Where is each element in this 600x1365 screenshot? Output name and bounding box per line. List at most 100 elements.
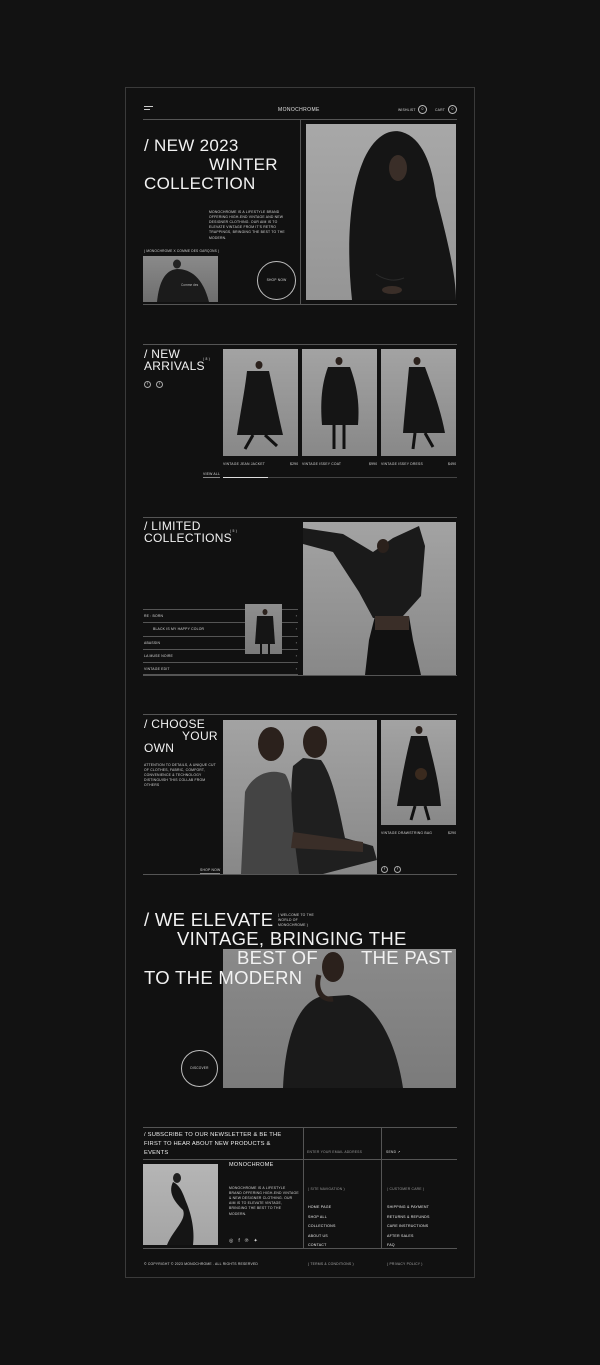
arrivals-prev-button[interactable]: ‹ — [144, 381, 151, 388]
collection-item[interactable]: VINTAGE EDIT › — [143, 662, 298, 675]
elevate-line-3b: THE PAST — [361, 947, 453, 968]
arrow-right-icon: › — [295, 613, 297, 618]
facebook-icon[interactable]: f — [238, 1238, 239, 1244]
arrow-left-icon: ‹ — [146, 381, 149, 387]
choose-description: ATTENTION TO DETAILS, A UNIQUE CUT OF CL… — [144, 763, 216, 788]
cart-link[interactable]: CART — [435, 108, 445, 113]
cart-count-badge: 0 — [448, 105, 457, 114]
divider — [143, 304, 457, 305]
limited-title-line-2: COLLECTIONS — [144, 531, 232, 545]
arrow-right-icon: › — [295, 640, 297, 645]
limited-main-image — [303, 522, 456, 675]
choose-next-button[interactable]: › — [394, 866, 401, 873]
divider — [381, 1127, 382, 1160]
copyright: © COPYRIGHT © 2023 MONOCHROME . ALL RIGH… — [144, 1262, 259, 1266]
svg-text:Comme des: Comme des — [181, 283, 199, 287]
hero-title-line-2: WINTER — [209, 155, 278, 174]
divider — [143, 1248, 457, 1249]
twitter-icon[interactable]: ✦ — [253, 1238, 257, 1244]
arrow-right-icon: › — [295, 626, 297, 631]
divider — [300, 120, 301, 305]
terms-link[interactable]: ( TERMS & CONDITIONS ) — [308, 1262, 354, 1267]
product-image-3[interactable] — [381, 349, 456, 456]
divider — [143, 874, 457, 875]
hero-shop-now-button[interactable]: SHOP NOW — [257, 261, 296, 300]
collection-preview-image — [245, 604, 282, 654]
hero-thumb-caption: ( MONOCHROME X COMME DES GARÇONS ) — [144, 249, 220, 253]
nav-link[interactable]: HOME PAGE — [308, 1205, 336, 1209]
hero-thumbnail-image[interactable]: Comme des — [143, 256, 218, 302]
divider — [143, 675, 457, 676]
elevate-line-4: TO THE MODERN — [144, 967, 303, 988]
product-price: $290 — [448, 831, 457, 835]
discover-button[interactable]: DISCOVER — [181, 1050, 218, 1087]
choose-product-image[interactable] — [381, 720, 456, 825]
nav-link[interactable]: ABOUT US — [308, 1234, 336, 1238]
care-link[interactable]: SHIPPING & PAYMENT — [387, 1205, 430, 1209]
privacy-link[interactable]: ( PRIVACY POLICY ) — [387, 1262, 423, 1267]
divider — [143, 517, 457, 518]
new-arrivals-title-line-2: ARRIVALS — [144, 359, 205, 373]
product-price: $290 — [290, 462, 299, 466]
social-icons: ◎ f ℗ ✦ — [229, 1238, 258, 1244]
hero-title-line-3: COLLECTION — [144, 174, 256, 193]
choose-main-image — [223, 720, 377, 874]
nav-link[interactable]: SHOP ALL — [308, 1215, 336, 1219]
hero-main-image — [306, 124, 456, 300]
menu-icon[interactable] — [144, 106, 153, 111]
arrow-right-icon: › — [295, 666, 297, 671]
divider — [303, 1127, 304, 1160]
product-image-1[interactable] — [223, 349, 298, 456]
product-name[interactable]: VINTAGE JEAN JACKET — [223, 462, 265, 467]
elevate-note: ( WELCOME TO THE WORLD OF MONOCHROME ) — [278, 913, 314, 928]
divider — [143, 344, 457, 345]
choose-prev-button[interactable]: ‹ — [381, 866, 388, 873]
site-navigation: HOME PAGE SHOP ALL COLLECTIONS ABOUT US … — [308, 1205, 336, 1253]
choose-title-line-3: OWN — [144, 741, 175, 755]
wishlist-link[interactable]: WISHLIST — [398, 108, 416, 113]
view-all-link[interactable]: VIEW ALL — [203, 472, 221, 479]
instagram-icon[interactable]: ◎ — [229, 1238, 233, 1244]
footer-brand: MONOCHROME — [229, 1162, 274, 1168]
send-button[interactable]: SEND ↗ — [386, 1150, 400, 1155]
product-image-2[interactable] — [302, 349, 377, 456]
customer-care: SHIPPING & PAYMENT RETURNS & REFUNDS CAR… — [387, 1205, 430, 1253]
email-input[interactable]: ENTER YOUR EMAIL ADDRESS — [307, 1150, 379, 1155]
new-arrivals-count: ( 8 ) — [203, 357, 211, 361]
carousel-scroll-thumb[interactable] — [223, 477, 268, 478]
care-link[interactable]: CARE INSTRUCTIONS — [387, 1224, 430, 1228]
product-name[interactable]: VINTAGE ISSEY COAT — [302, 462, 341, 467]
care-link[interactable]: RETURNS & REFUNDS — [387, 1215, 430, 1219]
hero-title-line-1: / NEW 2023 — [144, 136, 239, 155]
choose-title-line-2: YOUR — [182, 729, 218, 743]
nav-link[interactable]: COLLECTIONS — [308, 1224, 336, 1228]
arrivals-next-button[interactable]: › — [156, 381, 163, 388]
product-price: $490 — [448, 462, 457, 466]
arrow-left-icon: ‹ — [383, 866, 386, 872]
divider — [143, 1159, 457, 1160]
divider — [381, 1160, 382, 1248]
pinterest-icon[interactable]: ℗ — [245, 1238, 249, 1244]
site-navigation-heading: ( SITE NAVIGATION ) — [308, 1187, 345, 1191]
brand-logo[interactable]: MONOCHROME — [278, 107, 320, 113]
arrow-right-icon: › — [396, 866, 399, 872]
footer-image — [143, 1164, 218, 1245]
footer-about: MONOCHROME IS A LIFESTYLE BRAND OFFERING… — [229, 1186, 299, 1216]
nav-link[interactable]: CONTACT — [308, 1243, 336, 1247]
customer-care-heading: ( CUSTOMER CARE ) — [387, 1187, 425, 1191]
product-name[interactable]: VINTAGE ISSEY DRESS — [381, 462, 423, 467]
limited-count: ( 5 ) — [230, 529, 238, 533]
divider — [143, 714, 457, 715]
wishlist-count-badge: 0 — [418, 105, 427, 114]
care-link[interactable]: AFTER SALES — [387, 1234, 430, 1238]
product-price: $990 — [369, 462, 378, 466]
arrow-right-icon: › — [158, 381, 161, 387]
care-link[interactable]: FAQ — [387, 1243, 430, 1247]
divider — [303, 1160, 304, 1248]
product-name[interactable]: VINTAGE DRAWSTRING BAG — [381, 831, 432, 836]
divider — [143, 1127, 457, 1128]
newsletter-heading: / SUBSCRIBE TO OUR NEWSLETTER & BE THE F… — [144, 1132, 282, 1156]
elevate-line-3a: BEST OF — [237, 947, 318, 968]
arrow-right-icon: › — [295, 653, 297, 658]
arrow-right-icon: ↗ — [397, 1150, 401, 1154]
